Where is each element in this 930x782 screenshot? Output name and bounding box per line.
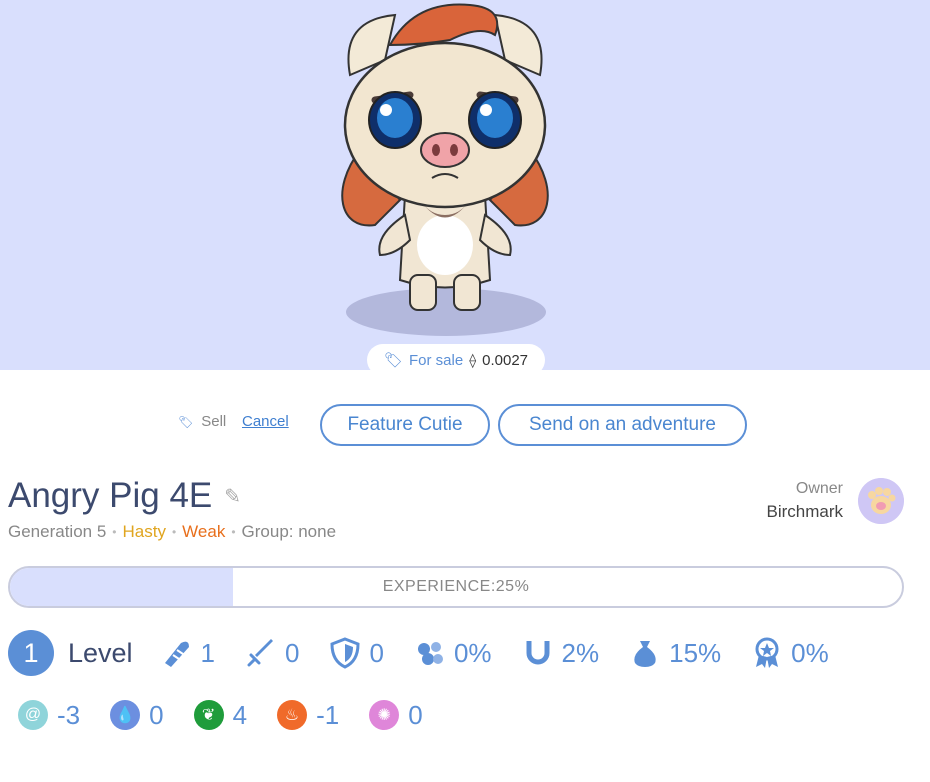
sale-price: 0.0027 — [482, 351, 529, 369]
experience-bar: EXPERIENCE:25% — [8, 566, 904, 608]
cutie-name: Angry Pig 4E — [8, 476, 213, 515]
send-on-adventure-button[interactable]: Send on an adventure — [498, 404, 747, 446]
horseshoe-icon — [526, 641, 550, 665]
element-water: 💧 0 — [110, 699, 164, 731]
price-tag-icon: 🏷 — [383, 352, 404, 369]
action-bar: 🏷 Sell Cancel Feature Cutie Send on an a… — [0, 404, 930, 446]
element-nature: ❦ 4 — [193, 699, 248, 731]
cutie-hero-panel: 🏷 For sale ⟠ 0.0027 — [0, 0, 930, 376]
element-value: -1 — [316, 699, 340, 730]
sword-icon — [247, 639, 274, 667]
price-tag-icon: 🏷 — [178, 414, 194, 429]
cancel-sale-link[interactable]: Cancel — [242, 413, 289, 430]
stat-luck: 2% — [522, 637, 600, 669]
horn-icon — [164, 641, 189, 667]
sell-label: Sell — [201, 413, 227, 430]
element-air: @ -3 — [18, 700, 80, 731]
stat-value: 0% — [453, 637, 492, 668]
stat-sword: 0 — [245, 637, 299, 669]
cutie-name-row: Angry Pig 4E ✎ — [8, 476, 241, 516]
edit-pencil-icon[interactable]: ✎ — [224, 484, 241, 509]
air-icon: @ — [18, 700, 48, 730]
ethereum-icon: ⟠ — [469, 351, 477, 368]
owner-avatar[interactable] — [858, 478, 904, 524]
fire-icon: ♨ — [277, 700, 308, 730]
trait-hasty: Hasty — [122, 522, 166, 541]
sell-status: 🏷 Sell — [178, 413, 226, 430]
stat-badge: 0% — [751, 637, 829, 669]
element-value: 0 — [149, 699, 164, 730]
for-sale-pill: 🏷 For sale ⟠ 0.0027 — [367, 344, 545, 376]
owner-name[interactable]: Birchmark — [766, 502, 843, 522]
element-fire: ♨ -1 — [277, 700, 339, 731]
trait-weak: Weak — [182, 522, 226, 541]
pets-icon — [417, 642, 443, 665]
level-badge: 1 — [8, 630, 54, 676]
leaf-icon: ❦ — [193, 700, 224, 730]
experience-label: EXPERIENCE:25% — [382, 578, 530, 595]
stat-value: 0 — [285, 637, 300, 668]
stats-row: 1 Level 1 0 0 0% 2% 15% 0% — [8, 630, 859, 676]
owner-info: Owner Birchmark — [766, 480, 843, 522]
cutie-meta: Generation 5 • Hasty • Weak • Group: non… — [8, 522, 336, 542]
separator-dot: • — [171, 525, 177, 539]
feature-cutie-button[interactable]: Feature Cutie — [320, 404, 490, 446]
separator-dot: • — [231, 525, 236, 539]
water-drop-icon: 💧 — [110, 700, 141, 730]
level-label: Level — [68, 637, 133, 668]
element-value: 0 — [408, 699, 423, 730]
magic-swirl-icon: ✺ — [369, 700, 400, 730]
stat-value: 0% — [791, 637, 829, 668]
cutie-image[interactable] — [320, 0, 570, 340]
stat-pet-luck: 0% — [414, 637, 492, 669]
money-bag-icon — [634, 641, 656, 667]
for-sale-label: For sale — [409, 351, 464, 369]
group-label: Group: none — [241, 522, 337, 541]
separator-dot: • — [112, 525, 117, 539]
stat-value: 1 — [200, 637, 216, 668]
shield-icon — [330, 637, 360, 669]
owner-label: Owner — [795, 480, 843, 497]
generation-label: Generation 5 — [8, 522, 107, 541]
stat-attack: 1 — [161, 637, 215, 669]
element-value: 4 — [232, 699, 248, 730]
element-magic: ✺ 0 — [369, 699, 423, 731]
elements-row: @ -3 💧 0 ❦ 4 ♨ -1 ✺ 0 — [18, 697, 453, 733]
stat-value: 0 — [369, 637, 384, 668]
medal-icon — [755, 637, 779, 668]
stat-money: 15% — [629, 637, 721, 669]
stat-defense: 0 — [329, 637, 384, 669]
element-value: -3 — [57, 699, 81, 730]
stat-value: 2% — [561, 637, 600, 668]
stat-value: 15% — [669, 637, 722, 668]
